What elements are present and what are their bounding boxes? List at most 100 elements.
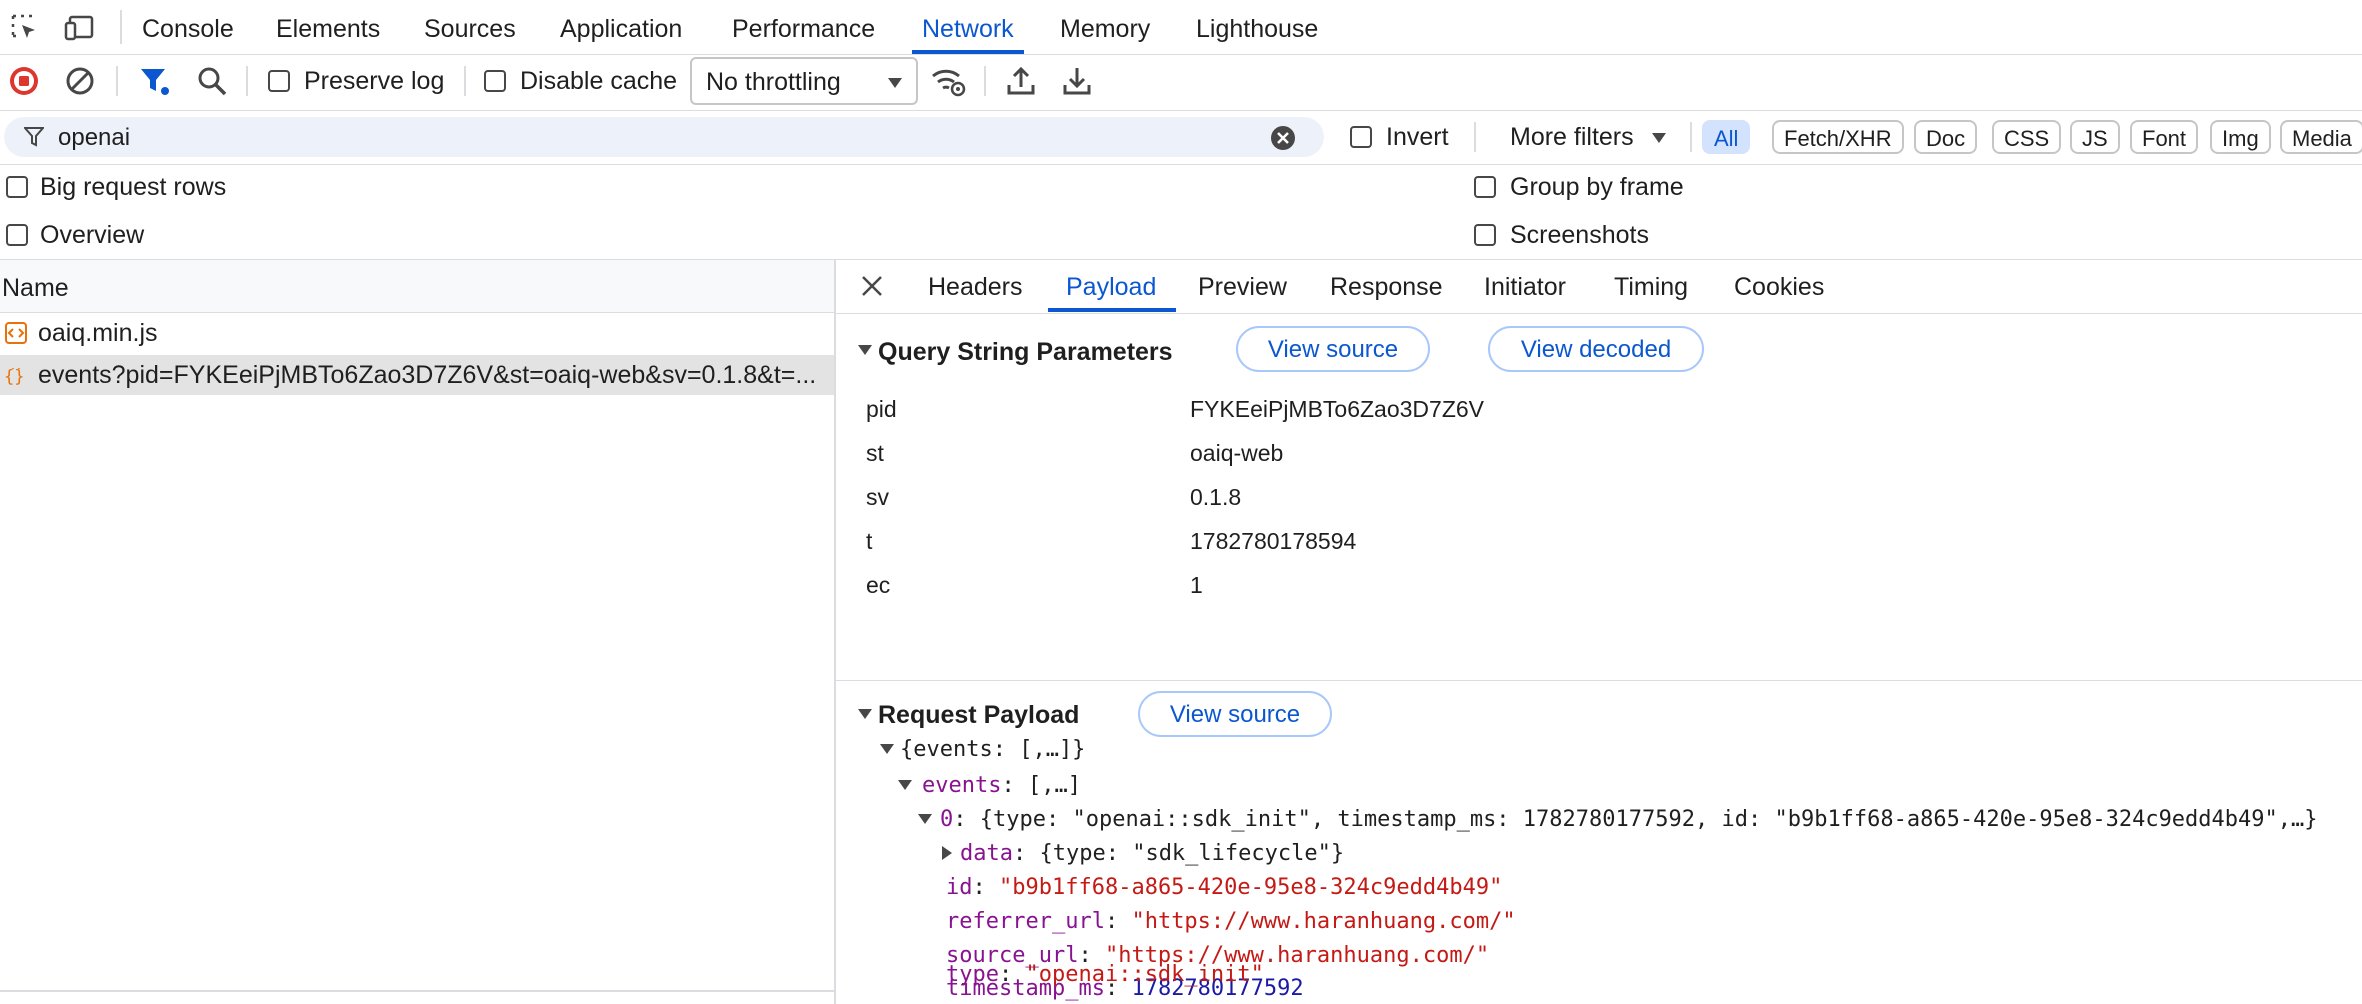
tab-headers[interactable]: Headers xyxy=(928,260,1023,312)
request-row-selected[interactable]: {} events?pid=FYKEeiPjMBTo6Zao3D7Z6V&st=… xyxy=(0,355,834,395)
type-filter-media[interactable]: Media xyxy=(2280,120,2362,154)
param-key: t xyxy=(866,528,873,554)
param-key: sv xyxy=(866,484,889,510)
param-value: FYKEeiPjMBTo6Zao3D7Z6V xyxy=(1190,396,1485,422)
param-value: 0.1.8 xyxy=(1190,484,1242,510)
inspect-element-icon[interactable] xyxy=(10,13,40,43)
json-summary: {type: "openai::sdk_init", timestamp_ms:… xyxy=(979,807,2318,832)
devtools-tab-bar: Console Elements Sources Application Per… xyxy=(0,0,2362,55)
chevron-down-icon xyxy=(1652,133,1666,143)
type-filter-js[interactable]: JS xyxy=(2070,120,2120,154)
stop-recording-icon[interactable] xyxy=(8,65,40,97)
type-filter-doc[interactable]: Doc xyxy=(1914,120,1978,154)
json-key: 0 xyxy=(940,807,954,832)
payload-root[interactable]: {events: [,…]} xyxy=(900,737,1085,762)
request-list-header[interactable]: Name xyxy=(0,260,834,313)
request-name: events?pid=FYKEeiPjMBTo6Zao3D7Z6V&st=oai… xyxy=(38,361,817,389)
view-source-button[interactable]: View source xyxy=(1236,326,1430,372)
export-har-icon[interactable] xyxy=(1062,65,1092,97)
expand-triangle-icon[interactable] xyxy=(898,780,912,790)
divider xyxy=(464,66,466,96)
param-key: st xyxy=(866,440,884,466)
invert-label: Invert xyxy=(1386,123,1449,151)
divider xyxy=(984,66,986,96)
screenshots-checkbox[interactable] xyxy=(1474,224,1496,246)
type-filter-fetch-xhr[interactable]: Fetch/XHR xyxy=(1772,120,1904,154)
invert-checkbox[interactable] xyxy=(1350,126,1372,148)
search-icon[interactable] xyxy=(196,65,228,97)
big-request-rows-checkbox[interactable] xyxy=(6,176,28,198)
settings-pane: Big request rows Overview Group by frame… xyxy=(0,165,2362,260)
param-value: oaiq-web xyxy=(1190,440,1284,466)
tab-response[interactable]: Response xyxy=(1330,260,1443,312)
throttling-value: No throttling xyxy=(706,68,841,96)
collapse-triangle-icon[interactable] xyxy=(858,345,872,355)
type-filter-all[interactable]: All xyxy=(1702,120,1751,154)
clear-icon[interactable] xyxy=(64,65,96,97)
filter-bar: openai Invert More filters All Fetch/XHR… xyxy=(0,111,2362,165)
disable-cache-checkbox[interactable] xyxy=(484,70,506,92)
tab-elements[interactable]: Elements xyxy=(276,0,380,54)
divider xyxy=(1474,122,1476,152)
json-summary: [,…] xyxy=(1027,773,1081,798)
disable-cache-label: Disable cache xyxy=(520,67,678,95)
chevron-down-icon xyxy=(888,78,902,88)
request-name: oaiq.min.js xyxy=(38,319,158,347)
import-har-icon[interactable] xyxy=(1006,65,1036,97)
type-filter-css[interactable]: CSS xyxy=(1992,120,2062,154)
json-key: events xyxy=(922,773,1002,798)
view-source-button[interactable]: View source xyxy=(1138,691,1332,737)
json-string-value: "https://www.haranhuang.com/" xyxy=(1131,909,1516,934)
event-item-node[interactable]: 0: {type: "openai::sdk_init", timestamp_… xyxy=(940,807,2360,832)
json-field[interactable]: referrer_url: "https://www.haranhuang.co… xyxy=(946,909,1516,934)
network-conditions-icon[interactable] xyxy=(930,65,966,97)
tab-network[interactable]: Network xyxy=(912,0,1024,54)
tab-timing[interactable]: Timing xyxy=(1614,260,1688,312)
type-filter-font[interactable]: Font xyxy=(2130,120,2199,154)
json-string-value: "openai::sdk_init" xyxy=(1025,962,1264,987)
expand-triangle-icon[interactable] xyxy=(880,744,894,754)
clear-filter-icon[interactable] xyxy=(1270,125,1296,151)
detail-tab-bar: Headers Payload Preview Response Initiat… xyxy=(836,260,2362,314)
tab-preview[interactable]: Preview xyxy=(1198,260,1287,312)
query-string-section: Query String Parameters View source View… xyxy=(836,314,2362,681)
tab-initiator[interactable]: Initiator xyxy=(1484,260,1566,312)
preserve-log-checkbox[interactable] xyxy=(268,70,290,92)
overview-label: Overview xyxy=(40,221,145,249)
filter-icon[interactable] xyxy=(138,65,172,97)
throttling-select[interactable]: No throttling xyxy=(690,57,918,105)
tab-cookies[interactable]: Cookies xyxy=(1734,260,1824,312)
device-toolbar-icon[interactable] xyxy=(64,13,96,43)
request-details: Headers Payload Preview Response Initiat… xyxy=(836,260,2362,1004)
query-string-title[interactable]: Query String Parameters xyxy=(878,338,1173,367)
json-field[interactable]: type: "openai::sdk_init" xyxy=(946,962,1264,987)
type-filter-img[interactable]: Img xyxy=(2210,120,2271,154)
json-field[interactable]: id: "b9b1ff68-a865-420e-95e8-324c9edd4b4… xyxy=(946,875,1502,900)
tab-payload[interactable]: Payload xyxy=(1047,260,1177,312)
view-decoded-button[interactable]: View decoded xyxy=(1488,326,1704,372)
request-payload-title[interactable]: Request Payload xyxy=(878,701,1079,730)
close-icon[interactable] xyxy=(860,274,884,298)
data-node[interactable]: data: {type: "sdk_lifecycle"} xyxy=(960,841,1344,866)
json-summary: {type: "sdk_lifecycle"} xyxy=(1039,841,1345,866)
request-payload-section: Request Payload View source {events: [,…… xyxy=(836,681,2362,1004)
overview-checkbox[interactable] xyxy=(6,224,28,246)
tab-performance[interactable]: Performance xyxy=(732,0,875,54)
tab-lighthouse[interactable]: Lighthouse xyxy=(1196,0,1318,54)
tab-sources[interactable]: Sources xyxy=(424,0,516,54)
tab-application[interactable]: Application xyxy=(560,0,682,54)
param-key: ec xyxy=(866,572,891,598)
tab-console[interactable]: Console xyxy=(142,0,234,54)
filter-input[interactable]: openai xyxy=(4,117,1324,157)
collapse-triangle-icon[interactable] xyxy=(858,709,872,719)
tab-memory[interactable]: Memory xyxy=(1060,0,1150,54)
more-filters-button[interactable]: More filters xyxy=(1510,123,1634,152)
request-row[interactable]: oaiq.min.js xyxy=(0,313,834,353)
fetch-request-icon: {} xyxy=(4,363,28,387)
events-node[interactable]: events: [,…] xyxy=(922,773,1081,798)
expand-triangle-icon[interactable] xyxy=(918,814,932,824)
expand-triangle-icon[interactable] xyxy=(942,846,952,860)
divider xyxy=(116,66,118,96)
divider xyxy=(120,10,122,44)
group-by-frame-checkbox[interactable] xyxy=(1474,176,1496,198)
